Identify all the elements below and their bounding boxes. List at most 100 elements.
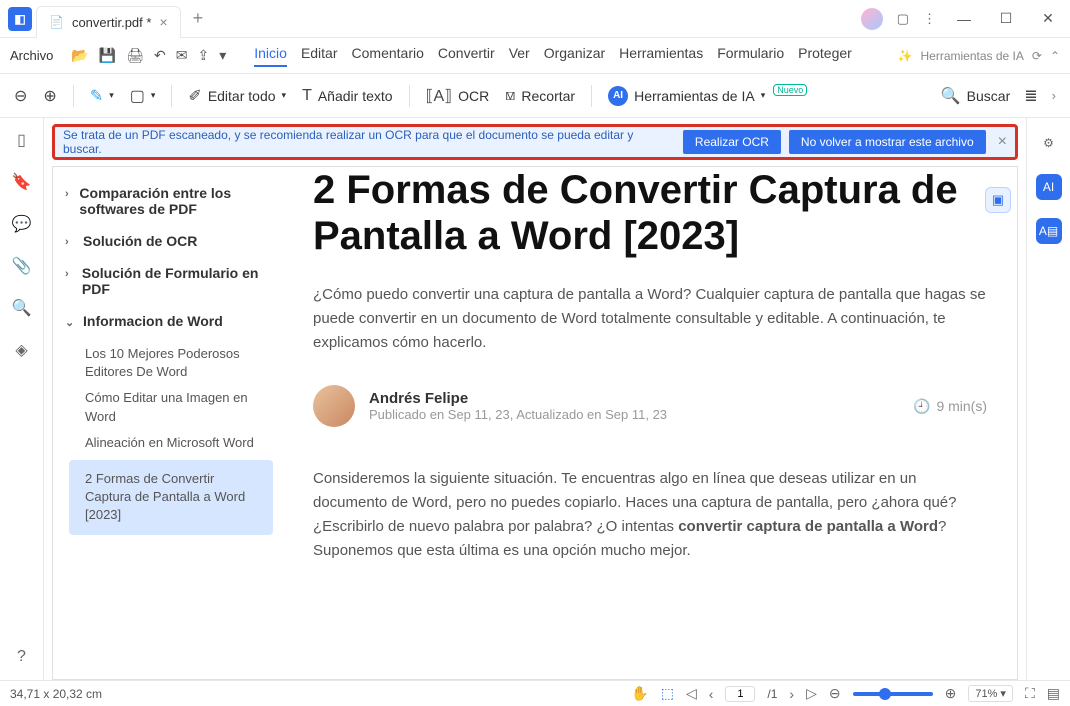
select-tool-icon[interactable]: ▣ bbox=[985, 187, 1011, 213]
maximize-button[interactable]: ☐ bbox=[992, 10, 1020, 27]
chevron-right-icon[interactable]: › bbox=[1052, 88, 1056, 103]
outline-subitem[interactable]: Alineación en Microsoft Word bbox=[59, 434, 277, 452]
settings-slider-icon[interactable]: ⚙ bbox=[1036, 130, 1062, 156]
menu-editar[interactable]: Editar bbox=[301, 45, 338, 67]
attachments-icon[interactable]: 📎 bbox=[12, 256, 32, 276]
close-tab-icon[interactable]: × bbox=[159, 14, 167, 30]
share-icon[interactable]: ⇪ bbox=[197, 47, 209, 64]
outline-item[interactable]: ›Comparación entre los softwares de PDF bbox=[59, 177, 277, 225]
zoom-in-icon: ⊕ bbox=[43, 86, 56, 106]
new-tab-button[interactable]: + bbox=[193, 8, 204, 29]
print-icon[interactable]: 🖨 bbox=[126, 47, 144, 64]
kebab-menu-icon[interactable]: ⋮ bbox=[923, 11, 936, 27]
page-input[interactable] bbox=[725, 686, 755, 702]
menu-ai-tools[interactable]: Herramientas de IA bbox=[920, 49, 1023, 63]
outline-item[interactable]: ›Solución de Formulario en PDF bbox=[59, 257, 277, 305]
add-text-button[interactable]: TAñadir texto bbox=[302, 87, 393, 105]
next-page-icon[interactable]: ▷ bbox=[806, 685, 817, 702]
search-panel-icon[interactable]: 🔍 bbox=[12, 298, 32, 318]
outline-item[interactable]: ›Solución de OCR bbox=[59, 225, 277, 257]
fit-width-icon[interactable]: ⛶ bbox=[1025, 685, 1035, 702]
expand-icon[interactable]: ⟳ bbox=[1032, 49, 1042, 63]
view-mode-icon[interactable]: ▤ bbox=[1047, 685, 1060, 702]
comments-icon[interactable]: 💬 bbox=[12, 214, 32, 234]
more-dropdown-icon[interactable]: ▾ bbox=[219, 47, 226, 64]
add-text-label: Añadir texto bbox=[318, 88, 393, 104]
close-window-button[interactable]: ✕ bbox=[1034, 10, 1062, 27]
menu-organizar[interactable]: Organizar bbox=[544, 45, 605, 67]
filter-button[interactable]: ≣ bbox=[1024, 86, 1037, 106]
realizar-ocr-button[interactable]: Realizar OCR bbox=[683, 130, 781, 154]
document-title: 2 Formas de Convertir Captura de Pantall… bbox=[313, 167, 987, 259]
ocr-button[interactable]: ⟦A⟧OCR bbox=[426, 86, 490, 106]
next-icon[interactable]: › bbox=[789, 686, 794, 702]
ai-tools-button[interactable]: AIHerramientas de IA▾Nuevo bbox=[608, 86, 807, 106]
chevron-up-icon[interactable]: ⌃ bbox=[1050, 49, 1060, 63]
highlighter-button[interactable]: ✎▾ bbox=[90, 86, 114, 106]
pencil-icon: ✐ bbox=[188, 86, 201, 106]
outline-item[interactable]: ⌄ Informacion de Word bbox=[59, 305, 277, 337]
menu-comentario[interactable]: Comentario bbox=[352, 45, 424, 67]
undo-icon[interactable]: ↶ bbox=[154, 47, 166, 64]
notes-icon[interactable]: ▢ bbox=[897, 11, 909, 27]
prev-page-icon[interactable]: ◁ bbox=[686, 685, 697, 702]
menu-inicio[interactable]: Inicio bbox=[254, 45, 287, 67]
menu-convertir[interactable]: Convertir bbox=[438, 45, 495, 67]
menu-proteger[interactable]: Proteger bbox=[798, 45, 852, 67]
search-button[interactable]: 🔍Buscar bbox=[941, 86, 1011, 106]
minimize-button[interactable]: — bbox=[950, 11, 978, 27]
author-avatar bbox=[313, 385, 355, 427]
file-menu[interactable]: Archivo bbox=[10, 48, 53, 63]
read-time-value: 9 min(s) bbox=[936, 398, 987, 414]
zoom-value: 71% bbox=[975, 688, 997, 700]
open-icon[interactable]: 📂 bbox=[71, 47, 88, 64]
email-icon[interactable]: ✉ bbox=[176, 47, 188, 64]
edit-all-label: Editar todo bbox=[208, 88, 276, 104]
statusbar: 34,71 x 20,32 cm ✋ ⬚ ◁ ‹ /1 › ▷ ⊖ ⊕ 71% … bbox=[0, 680, 1070, 706]
outline-subitem-active[interactable]: 2 Formas de Convertir Captura de Pantall… bbox=[69, 460, 273, 535]
thumbnails-icon[interactable]: ▯ bbox=[17, 130, 26, 150]
menu-herramientas[interactable]: Herramientas bbox=[619, 45, 703, 67]
layers-icon[interactable]: ◈ bbox=[15, 340, 27, 360]
hand-tool-icon[interactable]: ✋ bbox=[631, 685, 648, 702]
clock-icon: 🕘 bbox=[913, 398, 930, 415]
save-icon[interactable]: 💾 bbox=[99, 47, 116, 64]
edit-all-button[interactable]: ✐Editar todo▾ bbox=[188, 86, 286, 106]
chevron-down-icon: ▾ bbox=[761, 90, 766, 101]
menu-ver[interactable]: Ver bbox=[509, 45, 530, 67]
no-volver-button[interactable]: No volver a mostrar este archivo bbox=[789, 130, 986, 154]
outline-panel: ›Comparación entre los softwares de PDF … bbox=[53, 167, 283, 679]
document-page: ▣ 2 Formas de Convertir Captura de Panta… bbox=[283, 167, 1017, 679]
outline-label: Solución de Formulario en PDF bbox=[82, 265, 271, 297]
help-icon[interactable]: ? bbox=[17, 648, 26, 666]
crop-button[interactable]: ⟏Recortar bbox=[505, 87, 575, 105]
ocr-icon: ⟦A⟧ bbox=[426, 86, 453, 106]
ai-icon: AI bbox=[608, 86, 628, 106]
chevron-down-icon: ▾ bbox=[151, 90, 156, 101]
prev-icon[interactable]: ‹ bbox=[709, 686, 714, 702]
ai-panel-icon[interactable]: AI bbox=[1036, 174, 1062, 200]
user-avatar-icon[interactable] bbox=[861, 8, 883, 30]
bookmarks-icon[interactable]: 🔖 bbox=[12, 172, 32, 192]
close-banner-icon[interactable]: × bbox=[998, 133, 1007, 151]
chevron-right-icon: › bbox=[65, 188, 73, 200]
zoom-in-icon[interactable]: ⊕ bbox=[945, 685, 957, 702]
app-logo-icon[interactable]: ◧ bbox=[8, 7, 32, 31]
outline-subitem[interactable]: Los 10 Mejores Poderosos Editores De Wor… bbox=[59, 345, 277, 381]
chevron-down-icon: ⌄ bbox=[65, 316, 77, 329]
shape-button[interactable]: ▢▾ bbox=[130, 86, 156, 106]
document-tab[interactable]: 📄 convertir.pdf * × bbox=[36, 6, 181, 38]
zoom-in-button[interactable]: ⊕ bbox=[43, 86, 56, 106]
menubar: Archivo 📂 💾 🖨 ↶ ✉ ⇪ ▾ Inicio Editar Come… bbox=[0, 38, 1070, 74]
author-row: Andrés Felipe Publicado en Sep 11, 23, A… bbox=[313, 385, 987, 427]
translate-icon[interactable]: A▤ bbox=[1036, 218, 1062, 244]
select-tool-icon[interactable]: ⬚ bbox=[661, 685, 674, 702]
sparkle-icon: ✨ bbox=[898, 49, 913, 63]
zoom-percentage[interactable]: 71% ▾ bbox=[968, 685, 1013, 702]
zoom-out-icon[interactable]: ⊖ bbox=[829, 685, 841, 702]
menu-formulario[interactable]: Formulario bbox=[717, 45, 784, 67]
zoom-out-button[interactable]: ⊖ bbox=[14, 86, 27, 106]
outline-label: Informacion de Word bbox=[83, 313, 223, 329]
outline-subitem[interactable]: Cómo Editar una Imagen en Word bbox=[59, 389, 277, 425]
zoom-slider[interactable] bbox=[853, 692, 933, 696]
